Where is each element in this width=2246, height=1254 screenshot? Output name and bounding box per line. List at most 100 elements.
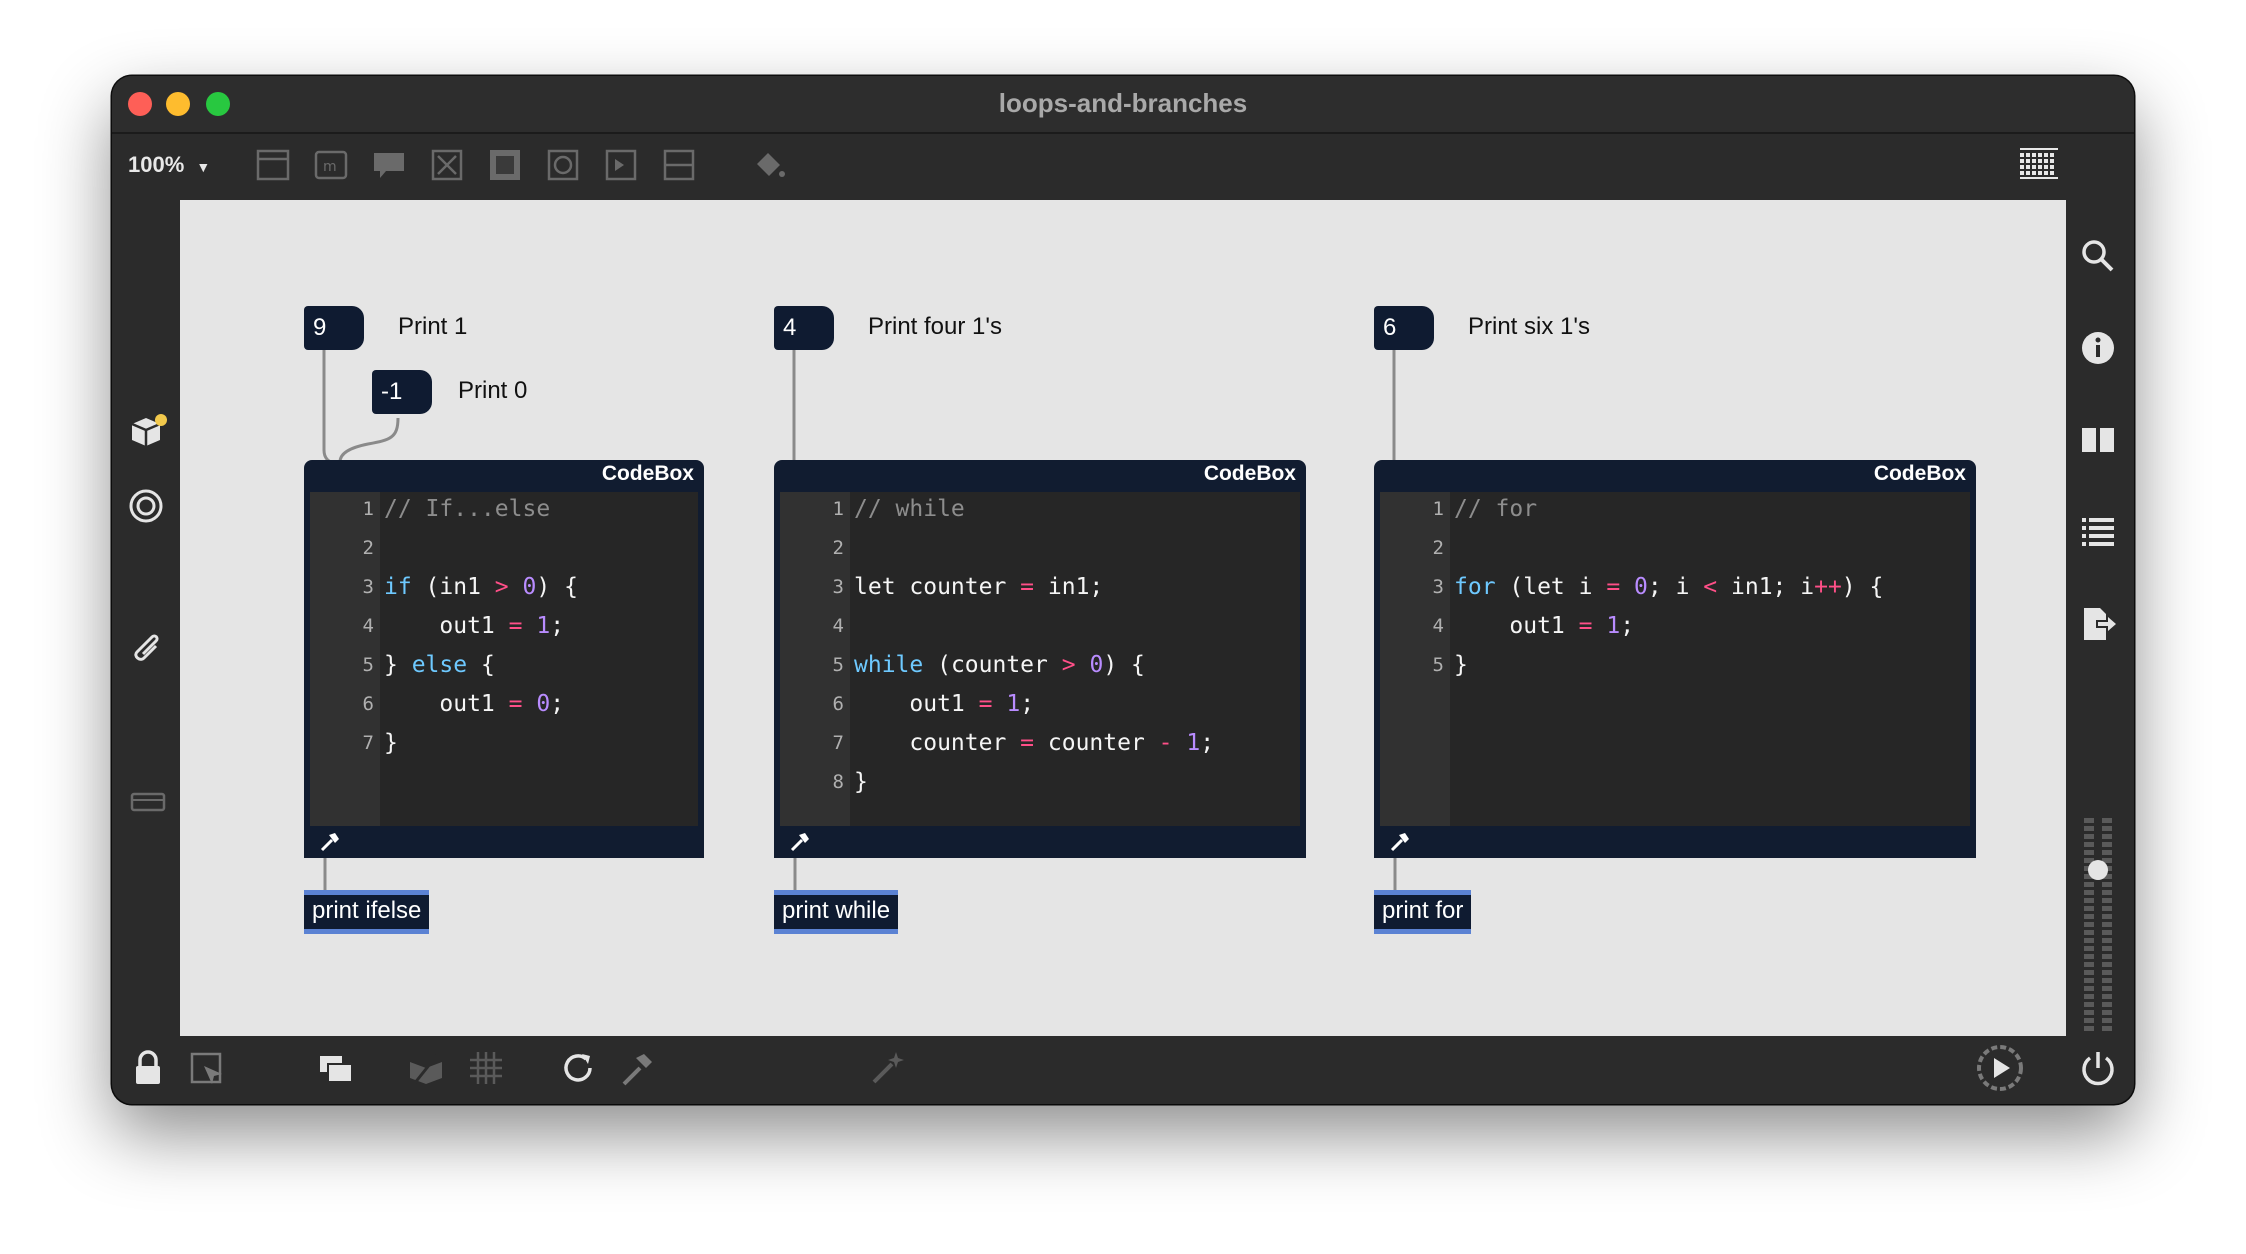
print-ifelse-object[interactable]: print ifelse [304, 890, 430, 934]
patcher-window: loops-and-branches 100% ▼ m 9 Print 1 -1… [112, 76, 2134, 1104]
number-box-9[interactable]: 9 [304, 306, 364, 350]
code-editor[interactable]: 1// If...else 2 3 if (in1 > 0) {4 out1 = 1;… [310, 492, 698, 826]
hammer-icon[interactable] [318, 830, 342, 854]
code-token: 1 [1606, 613, 1621, 639]
new-object-icon[interactable] [256, 148, 290, 182]
number-box-minus1[interactable]: -1 [372, 370, 432, 414]
line-number: 5 [362, 654, 374, 676]
power-icon[interactable] [2078, 1048, 2118, 1088]
code-editor[interactable]: 1 // while 2 3 let counter = in1; 4 5 while (co… [780, 492, 1300, 826]
bang-icon[interactable] [546, 148, 580, 182]
window-title: loops-and-branches [998, 88, 1248, 118]
play-icon[interactable] [1974, 1042, 2026, 1094]
patch-canvas[interactable]: 9 Print 1 -1 Print 0 CodeBox 1 // If...el… [180, 200, 2066, 1036]
number-box-4[interactable]: 4 [774, 306, 834, 350]
code-token: out1 [384, 613, 509, 639]
line-code: // for [1454, 496, 1537, 522]
code-token: } [1454, 652, 1468, 678]
stack-icon[interactable] [316, 1048, 356, 1088]
slider-icon[interactable] [604, 148, 638, 182]
lock-icon[interactable] [128, 1048, 168, 1088]
grid-keyboard-icon[interactable] [2018, 144, 2060, 186]
code-token: ; [1200, 730, 1215, 756]
message-icon[interactable]: m [314, 148, 348, 182]
target-icon[interactable] [128, 486, 168, 526]
code-token: counter [854, 730, 1021, 756]
hammer-icon[interactable] [788, 830, 812, 854]
line-number: 2 [832, 537, 844, 559]
code-token: ) { [1841, 574, 1884, 600]
line-number: 1 [362, 498, 374, 520]
line-number: 5 [1432, 654, 1444, 676]
info-icon[interactable] [2078, 328, 2118, 368]
divider-icon[interactable] [662, 148, 696, 182]
hide-icon[interactable] [406, 1048, 446, 1088]
code-token: out1 [1454, 613, 1579, 639]
export-icon[interactable] [2078, 604, 2118, 644]
line-code: out1 = 1; [854, 691, 1034, 717]
columns-icon[interactable] [2078, 420, 2118, 460]
object-label: print for [1382, 897, 1464, 924]
matrix-icon[interactable] [488, 148, 522, 182]
search-icon[interactable] [2078, 236, 2118, 276]
line-number: 2 [1432, 537, 1444, 559]
code-token: else [411, 652, 468, 678]
code-editor[interactable]: 1 // for 2 3 for (let i = 0; i < in1; i++) {… [1380, 492, 1970, 826]
codebox-title: CodeBox [1203, 462, 1296, 485]
line-code: } [1454, 652, 1468, 678]
refresh-icon[interactable] [558, 1048, 598, 1088]
packages-icon[interactable] [128, 412, 168, 452]
code-token: = [1606, 574, 1621, 600]
line-number: 4 [832, 615, 844, 637]
comment-print-1: Print 1 [398, 313, 468, 340]
hammer-icon[interactable] [618, 1048, 658, 1088]
edit-cursor-icon[interactable] [188, 1048, 228, 1088]
code-token: 1 [536, 613, 551, 639]
codebox-ifelse[interactable]: CodeBox 1// If...else 2 3 if (in1 > 0) {4 o… [304, 460, 704, 858]
line-number: 1 [1432, 498, 1444, 520]
paperclip-icon[interactable] [128, 626, 168, 666]
line-code: let counter = in1; [854, 574, 1103, 600]
code-token: } [384, 730, 398, 756]
code-token: = [1020, 730, 1035, 756]
number-box-6[interactable]: 6 [1374, 306, 1434, 350]
line-number: 4 [1432, 615, 1444, 637]
zoom-dropdown[interactable]: 100% ▼ [128, 152, 210, 178]
codebox-while[interactable]: CodeBox 1 // while 2 3 let counter = in1; 4 5 w… [774, 460, 1306, 858]
line-number: 2 [362, 537, 374, 559]
code-token: = [508, 613, 523, 639]
comment-print-0: Print 0 [458, 377, 528, 404]
code-token: // If...else [384, 496, 551, 522]
code-token: in1; [1034, 574, 1104, 600]
line-number: 1 [832, 498, 844, 520]
print-for-object[interactable]: print for [1374, 890, 1472, 934]
toggle-icon[interactable] [430, 148, 464, 182]
code-token: > [1061, 652, 1076, 678]
presentation-icon[interactable] [128, 782, 168, 822]
codebox-for[interactable]: CodeBox 1 // for 2 3 for (let i = 0; i < in1… [1374, 460, 1976, 858]
gain-slider-knob[interactable] [2088, 860, 2108, 880]
wand-icon[interactable] [868, 1048, 908, 1088]
print-while-object[interactable]: print while [774, 890, 899, 934]
comment-icon[interactable] [372, 148, 406, 182]
line-code: // If...else [384, 496, 550, 522]
code-token: counter [1034, 730, 1159, 756]
hammer-icon[interactable] [1388, 830, 1412, 854]
paint-bucket-icon[interactable] [752, 148, 786, 182]
code-token: (counter [923, 652, 1062, 678]
grid-icon[interactable] [466, 1048, 506, 1088]
list-icon[interactable] [2078, 512, 2118, 552]
code-token: // while [854, 496, 965, 522]
line-code: out1 = 1; [384, 613, 564, 639]
line-number: 6 [362, 693, 374, 715]
code-token: 0 [522, 574, 537, 600]
line-code: for (let i = 0; i < in1; i++) { [1454, 574, 1883, 600]
level-meter[interactable] [2080, 818, 2116, 1038]
code-token: ; [550, 613, 565, 639]
